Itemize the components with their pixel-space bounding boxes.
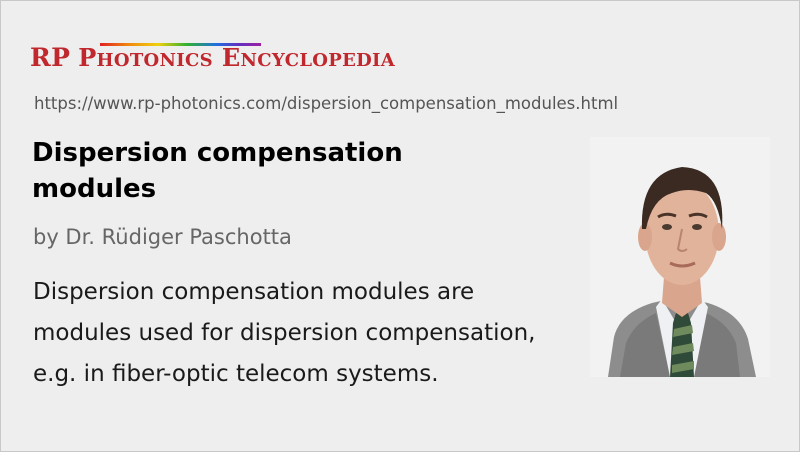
page-title: Dispersion compensation modules bbox=[32, 138, 403, 204]
logo-p-initial: P bbox=[78, 43, 97, 72]
page-url[interactable]: https://www.rp-photonics.com/dispersion_… bbox=[34, 94, 618, 113]
author-portrait-image bbox=[590, 137, 770, 377]
logo-rp: RP bbox=[30, 43, 71, 72]
logo-e-initial: E bbox=[221, 43, 241, 72]
preview-card: RP PHOTONICS ENCYCLOPEDIA https://www.rp-p… bbox=[0, 0, 800, 452]
logo-text: RP PHOTONICS ENCYCLOPEDIA bbox=[30, 44, 395, 75]
author-photo bbox=[590, 137, 770, 377]
article-description: Dispersion compensation modules are modu… bbox=[33, 279, 536, 387]
author-byline: by Dr. Rüdiger Paschotta bbox=[33, 225, 292, 249]
rp-photonics-logo[interactable]: RP PHOTONICS ENCYCLOPEDIA bbox=[30, 42, 450, 74]
logo-p-rest: HOTONICS bbox=[96, 50, 213, 71]
logo-e-rest: NCYCLOPEDIA bbox=[240, 50, 396, 71]
